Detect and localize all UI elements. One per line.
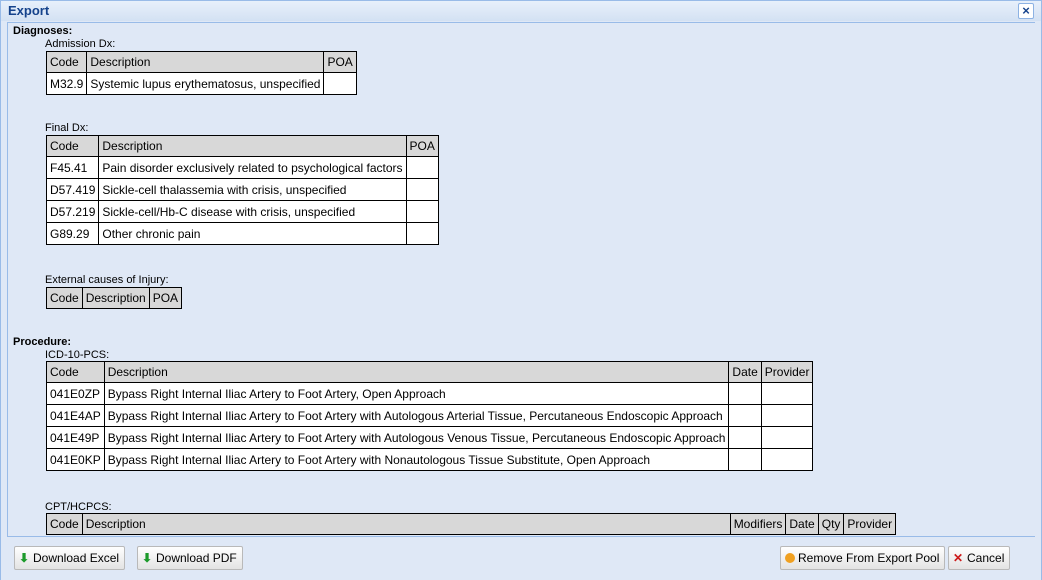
table-cell: D57.419 — [45, 178, 100, 201]
column-header-code: Code — [46, 361, 105, 383]
title-bar: Export × — [1, 1, 1041, 21]
table-cell — [405, 156, 439, 179]
dialog-title: Export — [8, 3, 50, 18]
column-header-provider: Provider — [843, 513, 897, 535]
export-content[interactable]: Diagnoses: Admission Dx: Code Description… — [7, 22, 1036, 537]
admission-dx-label: Admission Dx: — [45, 38, 116, 50]
column-header-description: Description — [81, 287, 150, 309]
diagnoses-heading: Diagnoses: — [13, 25, 73, 37]
column-header-poa: POA — [148, 287, 183, 309]
table-row: 041E49P Bypass Right Internal Iliac Arter… — [46, 426, 814, 449]
cpt-hcpcs-label: CPT/HCPCS: — [45, 501, 112, 513]
icd10pcs-table: Code Description Date Provider 041E0ZP Bypas… — [46, 361, 814, 471]
final-dx-table: Code Description POA F45.41 Pain disorder e… — [45, 135, 439, 245]
scrollbar[interactable] — [1035, 22, 1041, 537]
column-header-poa: POA — [323, 51, 357, 73]
table-row: D57.419 Sickle-cell thalassemia with cris… — [45, 178, 439, 201]
table-cell: F45.41 — [45, 156, 100, 179]
table-cell — [405, 200, 439, 223]
remove-label: Remove From Export Pool — [798, 551, 940, 565]
table-row: 041E4AP Bypass Right Internal Iliac Arter… — [46, 404, 814, 427]
table-row: 041E0KP Bypass Right Internal Iliac Arter… — [46, 448, 814, 471]
table-cell — [760, 426, 814, 449]
final-dx-label: Final Dx: — [45, 122, 89, 134]
table-cell — [760, 404, 814, 427]
table-cell: D57.219 — [45, 200, 100, 223]
remove-icon — [785, 553, 795, 563]
column-header-date: Date — [728, 361, 762, 383]
table-cell — [728, 382, 762, 405]
table-cell: 041E0KP — [46, 448, 105, 471]
table-cell — [728, 404, 762, 427]
icd10pcs-label: ICD-10-PCS: — [45, 349, 110, 361]
dialog-footer: ⬇ Download Excel ⬇ Download PDF Remove Fro… — [1, 540, 1041, 580]
table-cell: 041E4AP — [46, 404, 105, 427]
table-cell: M32.9 — [45, 72, 88, 95]
cpt-hcpcs-table: Code Description Modifiers Date Qty Provider — [46, 513, 897, 535]
column-header-description: Description — [81, 513, 731, 535]
table-row: G89.29 Other chronic pain — [45, 222, 439, 245]
table-cell: 041E0ZP — [46, 382, 105, 405]
column-header-modifiers: Modifiers — [729, 513, 787, 535]
table-row: 041E0ZP Bypass Right Internal Iliac Arter… — [46, 382, 814, 405]
table-cell: Systemic lupus erythematosus, unspecifie… — [86, 72, 325, 95]
column-header-description: Description — [86, 51, 325, 73]
column-header-description: Description — [98, 135, 407, 157]
remove-from-export-pool-button[interactable]: Remove From Export Pool — [780, 546, 946, 570]
external-causes-label: External causes of Injury: — [45, 274, 169, 286]
table-cell: Bypass Right Internal Iliac Artery to Fo… — [103, 448, 730, 471]
column-header-code: Code — [46, 513, 83, 535]
column-header-code: Code — [45, 135, 100, 157]
column-header-code: Code — [46, 287, 83, 309]
table-cell — [728, 426, 762, 449]
cancel-x-icon: ✕ — [953, 551, 964, 565]
table-cell: 041E49P — [46, 426, 105, 449]
table-cell — [760, 382, 814, 405]
column-header-code: Code — [45, 51, 88, 73]
close-icon: × — [1022, 3, 1030, 18]
table-cell: Other chronic pain — [98, 222, 407, 245]
cancel-label: Cancel — [967, 551, 1005, 565]
column-header-provider: Provider — [760, 361, 814, 383]
download-arrow-icon: ⬇ — [19, 551, 30, 565]
download-pdf-button[interactable]: ⬇ Download PDF — [137, 546, 243, 570]
admission-dx-table: Code Description POA M32.9 Systemic lupus e… — [45, 51, 357, 95]
cancel-button[interactable]: ✕ Cancel — [948, 546, 1011, 570]
table-cell — [405, 178, 439, 201]
column-header-date: Date — [785, 513, 819, 535]
table-cell: Bypass Right Internal Iliac Artery to Fo… — [103, 426, 730, 449]
table-row: F45.41 Pain disorder exclusively related … — [45, 156, 439, 179]
column-header-description: Description — [103, 361, 730, 383]
export-dialog: Export × Diagnoses: Admission Dx: Code De… — [0, 0, 1042, 580]
table-cell: Pain disorder exclusively related to psy… — [98, 156, 407, 179]
table-cell — [323, 72, 357, 95]
table-cell: Sickle-cell thalassemia with crisis, uns… — [98, 178, 407, 201]
table-row: D57.219 Sickle-cell/Hb-C disease with cri… — [45, 200, 439, 223]
download-excel-button[interactable]: ⬇ Download Excel — [14, 546, 126, 570]
procedure-heading: Procedure: — [13, 336, 72, 348]
download-arrow-icon: ⬇ — [142, 551, 153, 565]
column-header-poa: POA — [405, 135, 439, 157]
table-cell: Bypass Right Internal Iliac Artery to Fo… — [103, 382, 730, 405]
close-button[interactable]: × — [1018, 3, 1034, 19]
table-cell: G89.29 — [45, 222, 100, 245]
download-excel-label: Download Excel — [33, 551, 120, 565]
download-pdf-label: Download PDF — [156, 551, 237, 565]
table-cell — [405, 222, 439, 245]
external-causes-table: Code Description POA — [46, 287, 183, 309]
column-header-qty: Qty — [817, 513, 845, 535]
table-row: M32.9 Systemic lupus erythematosus, unspe… — [45, 72, 357, 95]
table-cell — [760, 448, 814, 471]
table-cell: Bypass Right Internal Iliac Artery to Fo… — [103, 404, 730, 427]
table-cell: Sickle-cell/Hb-C disease with crisis, un… — [98, 200, 407, 223]
table-cell — [728, 448, 762, 471]
